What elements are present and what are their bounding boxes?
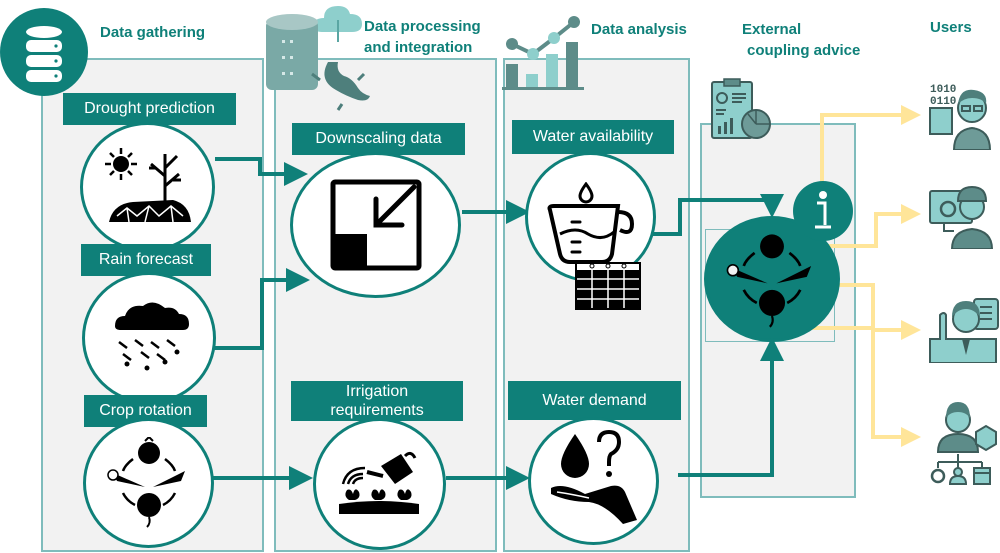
stage-title-line: coupling advice (747, 42, 861, 59)
clipboard-report-icon (710, 78, 772, 142)
manager-user-icon (928, 398, 1000, 488)
water-hand-question-icon (550, 429, 637, 524)
server-cloud-salamander-icon (262, 0, 377, 112)
info-icon[interactable] (793, 181, 853, 241)
stage-title-data-gathering: Data gathering (100, 24, 206, 41)
downscale-icon (330, 179, 421, 271)
label-irrigation-requirements: Irrigation requirements (291, 381, 463, 421)
stage-title-line: Data processing (364, 18, 481, 35)
stage-title-line: and integration (364, 39, 473, 56)
crop-rotation-icon (726, 234, 812, 328)
stage-title-users: Users (930, 19, 972, 36)
stage-title-data-processing: Data processing and integration (364, 16, 481, 58)
stage-title-line: External (742, 21, 802, 38)
technician-user-icon (928, 183, 998, 250)
bar-line-chart-icon (500, 8, 585, 90)
watering-can-icon (338, 451, 419, 514)
label-water-availability: Water availability (512, 120, 674, 154)
measuring-jug-icon (547, 182, 634, 264)
advisor-user-icon (928, 295, 1000, 364)
node-water-demand[interactable] (528, 417, 659, 545)
calendar-icon (575, 262, 641, 310)
node-irrigation-requirements[interactable] (313, 418, 446, 550)
label-water-demand: Water demand (508, 381, 681, 420)
data-scientist-user-icon: 1010 0110 (928, 78, 1000, 151)
crop-rotation-icon (106, 437, 185, 528)
node-drought-prediction[interactable] (80, 122, 215, 252)
drought-icon (104, 148, 191, 223)
node-rain-forecast[interactable] (82, 272, 216, 404)
label-line: Irrigation (345, 383, 409, 400)
database-icon (0, 8, 88, 96)
node-downscaling-data[interactable] (290, 152, 461, 298)
stage-title-external-coupling: External coupling advice (742, 19, 860, 61)
rain-cloud-icon (115, 302, 189, 371)
node-crop-rotation[interactable] (83, 418, 214, 548)
label-downscaling-data: Downscaling data (292, 123, 465, 155)
stage-title-data-analysis: Data analysis (591, 21, 687, 38)
svg-text:1010: 1010 (930, 84, 956, 96)
label-drought-prediction: Drought prediction (63, 93, 236, 125)
svg-text:0110: 0110 (930, 96, 956, 108)
